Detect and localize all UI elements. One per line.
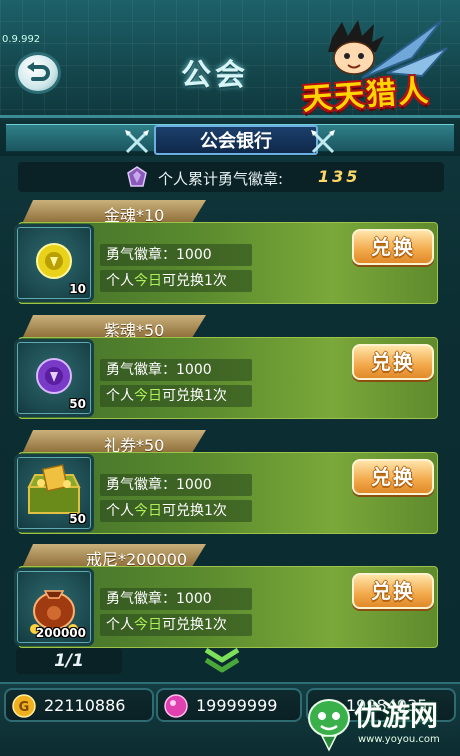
badge-total-row: 个人累计勇气徽章: 135: [18, 162, 444, 192]
back-arrow-icon: [27, 62, 50, 81]
gem-value: 19999999: [196, 696, 278, 715]
redeem-button[interactable]: 兑换: [352, 573, 434, 609]
item-cost: 勇气徽章：1000: [100, 588, 252, 610]
redeem-button[interactable]: 兑换: [352, 229, 434, 265]
limit-suffix: 可兑换1次: [162, 273, 227, 289]
item-count: 10: [69, 282, 86, 296]
redeem-button[interactable]: 兑换: [352, 344, 434, 380]
crossed-swords-icon: [311, 130, 335, 154]
exchange-item-card: 礼券*50 50 勇气徽章：1000 个人今日可兑换1次 兑换: [0, 430, 460, 542]
item-slot: 50: [14, 339, 94, 417]
limit-prefix: 个人: [106, 503, 134, 519]
scroll-down-chevron-icon[interactable]: [202, 646, 242, 674]
item-count: 50: [69, 397, 86, 411]
crossed-swords-icon: [125, 130, 149, 154]
page-title: 公会: [181, 58, 249, 93]
gold-coin-icon: G: [12, 694, 36, 718]
svg-text:G: G: [19, 700, 30, 715]
item-limit: 个人今日可兑换1次: [100, 500, 252, 522]
badge-total-value: 135: [318, 167, 361, 186]
gold-value: 22110886: [44, 696, 126, 715]
limit-highlight: 今日: [134, 503, 162, 519]
bank-banner: 公会银行: [0, 120, 460, 156]
item-cost: 勇气徽章：1000: [100, 244, 252, 266]
version-label: 0.9.992: [2, 34, 41, 45]
page-indicator: 1/1: [16, 648, 122, 674]
game-logo: 天天猎人: [292, 18, 450, 118]
item-count: 50: [69, 512, 86, 526]
pink-gem-icon: [164, 694, 188, 718]
back-button[interactable]: [15, 52, 61, 94]
limit-highlight: 今日: [134, 273, 162, 289]
item-slot: 10: [14, 224, 94, 302]
item-cost: 勇气徽章：1000: [100, 474, 252, 496]
limit-prefix: 个人: [106, 617, 134, 633]
limit-prefix: 个人: [106, 273, 134, 289]
limit-highlight: 今日: [134, 388, 162, 404]
limit-highlight: 今日: [134, 617, 162, 633]
limit-suffix: 可兑换1次: [162, 388, 227, 404]
watermark-mascot-icon: [308, 699, 350, 752]
gold-resource: G 22110886: [4, 688, 154, 722]
exchange-item-card: 金魂*10 10 勇气徽章：1000 个人今日可兑换1次 兑换: [0, 200, 460, 312]
banner-bar: 公会银行: [6, 124, 454, 155]
item-slot: 50: [14, 454, 94, 532]
watermark: 优游网 www.yoyou.com: [304, 690, 460, 756]
badge-total-label: 个人累计勇气徽章:: [158, 170, 284, 188]
gem-resource: 19999999: [156, 688, 302, 722]
bank-title: 公会银行: [154, 125, 318, 155]
exchange-item-card: 戒尼*200000 200000 勇气徽章：1000 个人今日可兑换1次 兑换: [0, 544, 460, 656]
watermark-url: www.yoyou.com: [358, 734, 440, 745]
item-cost: 勇气徽章：1000: [100, 359, 252, 381]
courage-badge-icon: [127, 166, 147, 187]
item-count: 200000: [35, 626, 86, 640]
limit-suffix: 可兑换1次: [162, 503, 227, 519]
exchange-item-card: 紫魂*50 50 勇气徽章：1000 个人今日可兑换1次 兑换: [0, 315, 460, 427]
watermark-text: 优游网: [354, 699, 439, 732]
limit-prefix: 个人: [106, 388, 134, 404]
item-limit: 个人今日可兑换1次: [100, 385, 252, 407]
item-slot: 200000: [14, 568, 94, 646]
logo-text: 天天猎人: [301, 73, 432, 118]
limit-suffix: 可兑换1次: [162, 617, 227, 633]
redeem-button[interactable]: 兑换: [352, 459, 434, 495]
game-screen: 0.9.992 公会 天天猎人 公会银行 个人累计勇气徽章: 135 金魂*10…: [0, 0, 460, 756]
item-limit: 个人今日可兑换1次: [100, 270, 252, 292]
item-limit: 个人今日可兑换1次: [100, 614, 252, 636]
